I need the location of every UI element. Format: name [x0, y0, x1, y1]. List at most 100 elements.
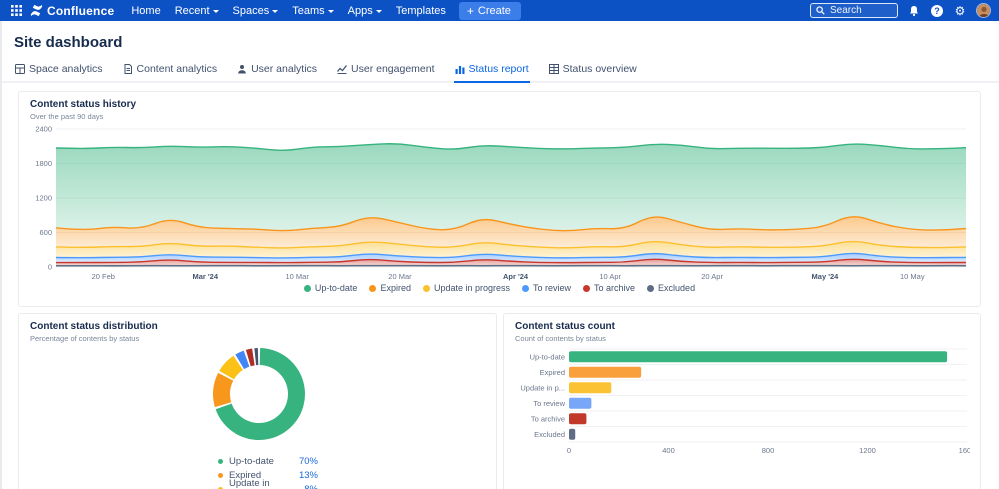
legend-chip-up-to-date[interactable]: Up-to-date [304, 283, 358, 293]
settings-gear-icon[interactable]: ⚙ [953, 4, 967, 18]
search-icon [816, 6, 825, 15]
legend-dot [369, 285, 376, 292]
content-status-history-card: Content status history Over the past 90 … [18, 91, 981, 307]
bar-to-archive [569, 413, 586, 424]
x-axis-tick: 1600 [959, 446, 970, 455]
x-axis-tick: 400 [662, 446, 675, 455]
content-status-distribution-card: Content status distribution Percentage o… [18, 313, 497, 489]
create-button[interactable]: +Create [459, 2, 521, 20]
legend-item-up-to-date: Up-to-date70% [218, 454, 318, 468]
x-axis-tick: 800 [762, 446, 775, 455]
tab-content-analytics[interactable]: Content analytics [122, 61, 219, 81]
tab-status-overview[interactable]: Status overview [548, 61, 638, 81]
nav-item-spaces[interactable]: Spaces [226, 3, 286, 19]
bar-category-label: Update in p... [520, 383, 565, 392]
notifications-bell-icon[interactable] [907, 4, 921, 18]
nav-item-home[interactable]: Home [124, 3, 167, 19]
help-icon[interactable]: ? [930, 4, 944, 18]
nav-left: Confluence Home Recent Spaces Teams Apps… [8, 2, 521, 20]
nav-menu: Home Recent Spaces Teams Apps Templates … [124, 2, 521, 20]
nav-item-recent[interactable]: Recent [168, 3, 226, 19]
chevron-down-icon [376, 10, 382, 13]
window-left-edge [0, 21, 2, 489]
history-card-subtitle: Over the past 90 days [30, 112, 969, 121]
donut-slice-excluded [254, 348, 258, 365]
chevron-down-icon [272, 10, 278, 13]
x-axis-tick: 10 May [900, 272, 925, 281]
bottom-row: Content status distribution Percentage o… [18, 313, 981, 489]
y-axis-tick: 1800 [35, 159, 52, 168]
tab-user-engagement[interactable]: User engagement [336, 61, 435, 81]
spaces-icon [15, 64, 25, 74]
bar-category-label: To archive [531, 414, 565, 423]
legend-value: 70% [299, 456, 318, 467]
tab-user-analytics[interactable]: User analytics [236, 61, 318, 81]
y-axis-tick: 0 [48, 263, 52, 272]
search-input[interactable] [830, 5, 890, 16]
x-axis-tick: 10 Apr [599, 272, 621, 281]
legend-dot [304, 285, 311, 292]
legend-dot [583, 285, 590, 292]
bar-expired [569, 367, 641, 378]
x-axis-tick: Mar '24 [192, 272, 218, 281]
app-switcher-icon[interactable] [8, 3, 24, 19]
legend-item-update-in-progress: Update in progress8% [218, 482, 318, 489]
distribution-card-title: Content status distribution [30, 321, 485, 332]
legend-dot [218, 459, 223, 464]
confluence-logo[interactable]: Confluence [28, 4, 120, 18]
nav-right: ? ⚙ [810, 3, 991, 18]
x-axis-tick: 20 Mar [388, 272, 412, 281]
legend-chip-expired[interactable]: Expired [369, 283, 411, 293]
table-icon [549, 64, 559, 74]
legend-dot [522, 285, 529, 292]
nav-item-templates[interactable]: Templates [389, 3, 453, 19]
tab-space-analytics[interactable]: Space analytics [14, 61, 104, 81]
bar-category-label: Up-to-date [530, 352, 565, 361]
plus-icon: + [467, 6, 474, 16]
search-box[interactable] [810, 3, 898, 18]
tab-bar: Space analytics Content analytics User ana… [0, 61, 999, 83]
document-icon [123, 64, 133, 74]
page-title: Site dashboard [14, 34, 999, 51]
x-axis-tick: 20 Apr [701, 272, 723, 281]
x-axis-tick: 10 Mar [285, 272, 309, 281]
user-avatar[interactable] [976, 3, 991, 18]
legend-chip-to-archive[interactable]: To archive [583, 283, 635, 293]
donut-chart [30, 343, 485, 450]
tab-status-report[interactable]: Status report [454, 61, 530, 81]
top-nav: Confluence Home Recent Spaces Teams Apps… [0, 0, 999, 21]
grid-icon [11, 5, 22, 16]
legend-value: 8% [304, 484, 318, 489]
stacked-area-chart: 060012001800240020 FebMar '2410 Mar20 Ma… [30, 121, 969, 292]
bar-chart-icon [455, 64, 465, 74]
user-icon [237, 64, 247, 74]
bar-to-review [569, 398, 591, 409]
y-axis-tick: 2400 [35, 125, 52, 134]
history-card-title: Content status history [30, 99, 969, 110]
donut-slice-expired [213, 373, 233, 407]
legend-chip-to-review[interactable]: To review [522, 283, 571, 293]
bar-up-to-date [569, 351, 947, 362]
area-band-up-to-date [56, 144, 966, 231]
x-axis-tick: 1200 [859, 446, 876, 455]
legend-chip-update-in-progress[interactable]: Update in progress [423, 283, 510, 293]
legend-dot [647, 285, 654, 292]
content-status-count-card: Content status count Count of contents b… [503, 313, 981, 489]
nav-item-apps[interactable]: Apps [341, 3, 389, 19]
legend-dot [423, 285, 430, 292]
legend-chip-excluded[interactable]: Excluded [647, 283, 695, 293]
bar-update-in-progress [569, 382, 611, 393]
bar-excluded [569, 429, 575, 440]
x-axis-tick: 0 [567, 446, 571, 455]
x-axis-tick: 20 Feb [92, 272, 115, 281]
bar-category-label: To review [533, 399, 565, 408]
distribution-card-subtitle: Percentage of contents by status [30, 334, 485, 343]
y-axis-tick: 1200 [35, 194, 52, 203]
legend-dot [218, 473, 223, 478]
nav-item-teams[interactable]: Teams [285, 3, 340, 19]
donut-legend: Up-to-date70%Expired13%Update in progres… [218, 454, 318, 489]
confluence-mark-icon [30, 4, 43, 17]
brand-name: Confluence [47, 4, 114, 18]
bar-category-label: Expired [540, 368, 565, 377]
horizontal-bar-chart: Up-to-date Expired Update in p... To review… [515, 343, 969, 488]
